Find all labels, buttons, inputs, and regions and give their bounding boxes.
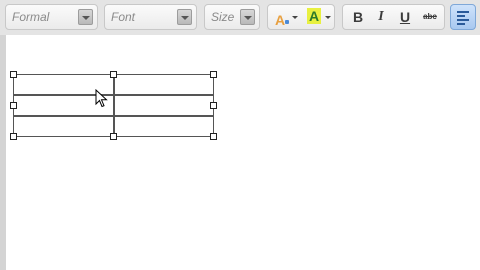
resize-handle-top-right[interactable] <box>210 71 217 78</box>
bold-button[interactable]: B <box>347 5 369 29</box>
resize-handle-middle-left[interactable] <box>10 102 17 109</box>
resize-handle-top-center[interactable] <box>110 71 117 78</box>
mouse-cursor-icon <box>95 89 108 108</box>
highlight-icon: A <box>307 8 322 24</box>
size-dropdown-label: Size <box>211 10 235 24</box>
highlight-color-button[interactable]: A <box>303 5 333 29</box>
editor-left-border <box>0 35 6 270</box>
chevron-down-icon[interactable] <box>177 9 192 25</box>
chevron-down-icon[interactable] <box>78 9 93 25</box>
align-left-button[interactable] <box>450 4 476 30</box>
size-dropdown[interactable]: Size <box>204 4 260 30</box>
format-dropdown-label: Formal <box>12 10 50 24</box>
resize-handle-bottom-center[interactable] <box>110 133 117 140</box>
format-dropdown[interactable]: Formal <box>5 4 98 30</box>
chevron-down-icon[interactable] <box>240 9 255 25</box>
table-cell[interactable] <box>13 116 114 137</box>
chevron-down-icon <box>325 16 331 19</box>
chevron-down-icon <box>292 16 298 19</box>
table-cell[interactable] <box>114 95 214 116</box>
italic-button[interactable]: I <box>370 5 392 29</box>
color-button-group: A A <box>267 4 335 30</box>
table-cell[interactable] <box>114 116 214 137</box>
resize-handle-bottom-right[interactable] <box>210 133 217 140</box>
font-dropdown-label: Font <box>111 10 136 24</box>
text-color-button[interactable]: A <box>270 5 300 29</box>
strikethrough-button[interactable]: abc <box>419 5 441 29</box>
resize-handle-bottom-left[interactable] <box>10 133 17 140</box>
table-cell[interactable] <box>114 74 214 95</box>
resize-handle-top-left[interactable] <box>10 71 17 78</box>
resize-handle-middle-right[interactable] <box>210 102 217 109</box>
text-color-swatch <box>285 20 289 24</box>
text-color-icon: A <box>275 12 286 28</box>
text-style-group: B I U abc <box>342 4 445 30</box>
editor-table[interactable] <box>10 71 217 140</box>
formatting-toolbar: Formal Font Size A A B I U abc <box>0 0 480 35</box>
font-dropdown[interactable]: Font <box>104 4 197 30</box>
underline-button[interactable]: U <box>394 5 416 29</box>
